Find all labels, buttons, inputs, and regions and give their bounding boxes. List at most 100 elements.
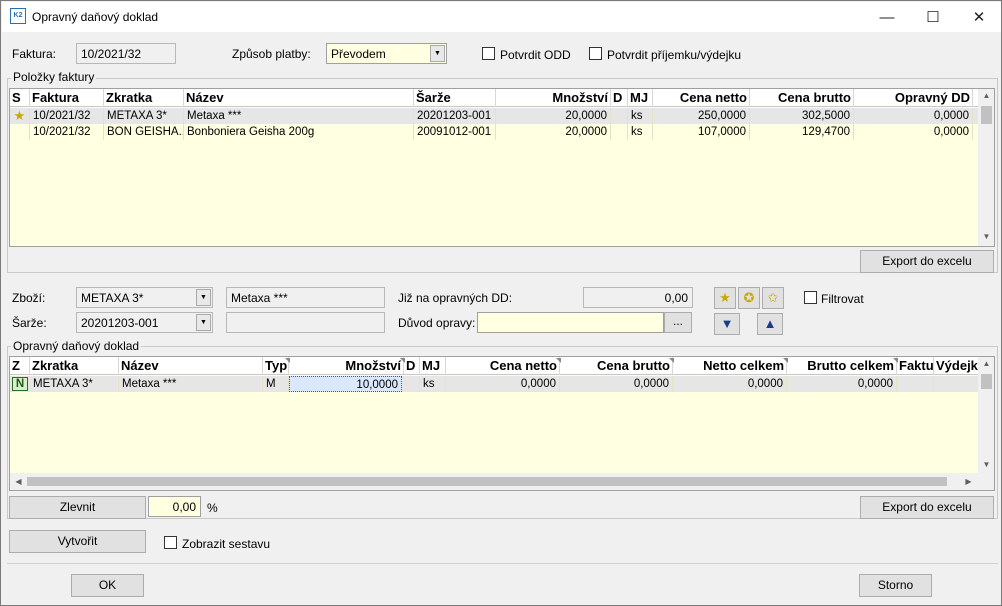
scroll-up-icon[interactable]: ▲ <box>978 91 994 100</box>
filter-marker <box>400 358 405 363</box>
table-row[interactable]: ★ 10/2021/32 METAXA 3* Metaxa *** 202012… <box>10 108 979 124</box>
cell-typ: M <box>263 376 289 392</box>
duvod-opravy-input[interactable] <box>477 312 664 333</box>
zobrazit-sestavu-label: Zobrazit sestavu <box>182 537 271 551</box>
correction-title: Opravný daňový doklad <box>11 339 142 353</box>
cell-opravny-dd: 0,0000 <box>854 108 973 124</box>
col-cena-netto[interactable]: Cena netto <box>446 357 560 375</box>
sarze-name-field <box>226 312 385 333</box>
duvod-browse-button[interactable]: ... <box>664 312 692 333</box>
vertical-scrollbar[interactable]: ▲ ▼ <box>978 89 994 246</box>
col-z[interactable]: Z <box>10 357 30 375</box>
zbozi-select[interactable]: METAXA 3* ▼ <box>76 287 213 308</box>
potvrdit-prijemku-checkbox[interactable] <box>589 47 602 60</box>
star-add-icon[interactable]: ✪ <box>738 287 760 309</box>
percent-sign: % <box>207 501 218 515</box>
col-mnozstvi[interactable]: Množství <box>289 357 404 375</box>
col-mj[interactable]: MJ <box>628 89 653 107</box>
zpusob-platby-select[interactable]: Převodem ▼ <box>326 43 447 64</box>
faktura-field: 10/2021/32 <box>76 43 176 64</box>
col-brutto-celkem[interactable]: Brutto celkem <box>787 357 897 375</box>
zpusob-platby-label: Způsob platby: <box>232 47 311 61</box>
col-vydejka[interactable]: Výdejk <box>934 357 979 375</box>
invoice-items-table: S Faktura Zkratka Název Šarže Množství D… <box>9 88 995 247</box>
arrow-down-icon[interactable]: ▼ <box>714 313 740 335</box>
cell-zkratka: METAXA 3* <box>104 108 184 124</box>
cell-mj: ks <box>628 124 653 140</box>
zpusob-platby-value: Převodem <box>331 47 386 61</box>
col-nazev[interactable]: Název <box>184 89 414 107</box>
footer-divider <box>7 563 998 564</box>
zobrazit-sestavu-checkbox[interactable] <box>164 536 177 549</box>
cell-mnozstvi: 20,0000 <box>496 108 611 124</box>
col-netto-celkem[interactable]: Netto celkem <box>673 357 787 375</box>
col-faktura[interactable]: Faktu <box>897 357 934 375</box>
horizontal-scrollbar[interactable]: ◀ ▶ <box>10 473 979 490</box>
col-opravny-dd[interactable]: Opravný DD <box>854 89 973 107</box>
cell-sarze: 20201203-001 <box>414 108 496 124</box>
col-faktura[interactable]: Faktura <box>30 89 104 107</box>
sarze-select[interactable]: 20201203-001 ▼ <box>76 312 213 333</box>
col-mj[interactable]: MJ <box>420 357 446 375</box>
cell-mj: ks <box>628 108 653 124</box>
duvod-opravy-label: Důvod opravy: <box>398 316 476 330</box>
scroll-left-icon[interactable]: ◀ <box>10 477 27 486</box>
scroll-thumb[interactable] <box>27 477 947 486</box>
potvrdit-odd-checkbox[interactable] <box>482 47 495 60</box>
chevron-down-icon[interactable]: ▼ <box>196 289 211 306</box>
scroll-thumb[interactable] <box>981 106 992 124</box>
app-icon: K2 <box>10 8 26 24</box>
col-cena-netto[interactable]: Cena netto <box>653 89 750 107</box>
cell-nazev: Bonboniera Geisha 200g <box>184 124 414 140</box>
col-s[interactable]: S <box>10 89 30 107</box>
table-row[interactable]: N METAXA 3* Metaxa *** M 10,0000 ks 0,00… <box>10 376 979 392</box>
jiz-na-opravnych-label: Již na opravných DD: <box>398 291 513 305</box>
table-row[interactable]: 10/2021/32 BON GEISHA... Bonboniera Geis… <box>10 124 979 140</box>
col-zkratka[interactable]: Zkratka <box>104 89 184 107</box>
chevron-down-icon[interactable]: ▼ <box>430 45 445 62</box>
col-d[interactable]: D <box>611 89 628 107</box>
scroll-right-icon[interactable]: ▶ <box>960 477 977 486</box>
cell-faktura <box>897 376 934 392</box>
close-button[interactable]: ✕ <box>956 3 1002 32</box>
zlevnit-percent-input[interactable]: 0,00 <box>148 496 201 517</box>
col-nazev[interactable]: Název <box>119 357 263 375</box>
filter-marker <box>669 358 674 363</box>
potvrdit-prijemku-label: Potvrdit příjemku/výdejku <box>607 48 742 62</box>
cell-faktura: 10/2021/32 <box>30 108 104 124</box>
mnozstvi-edit-input[interactable]: 10,0000 <box>289 376 402 392</box>
star-remove-icon[interactable]: ✩ <box>762 287 784 309</box>
col-d[interactable]: D <box>404 357 420 375</box>
vertical-scrollbar[interactable]: ▲ ▼ <box>978 357 994 473</box>
storno-button[interactable]: Storno <box>859 574 932 597</box>
star-icon[interactable]: ★ <box>714 287 736 309</box>
zlevnit-button[interactable]: Zlevnit <box>9 496 146 519</box>
scroll-thumb[interactable] <box>981 374 992 389</box>
arrow-up-icon[interactable]: ▲ <box>757 313 783 335</box>
col-cena-brutto[interactable]: Cena brutto <box>750 89 854 107</box>
filter-marker <box>556 358 561 363</box>
chevron-down-icon[interactable]: ▼ <box>196 314 211 331</box>
minimize-button[interactable]: — <box>864 3 910 32</box>
col-zkratka[interactable]: Zkratka <box>30 357 119 375</box>
export-excel-button[interactable]: Export do excelu <box>860 250 994 273</box>
scroll-down-icon[interactable]: ▼ <box>978 232 994 241</box>
col-sarze[interactable]: Šarže <box>414 89 496 107</box>
correction-table: Z Zkratka Název Typ Množství D MJ Cena n… <box>9 356 995 491</box>
col-mnozstvi[interactable]: Množství <box>496 89 611 107</box>
col-cena-brutto[interactable]: Cena brutto <box>560 357 673 375</box>
star-icon: ★ <box>10 108 30 124</box>
cell-d <box>611 108 628 124</box>
scroll-down-icon[interactable]: ▼ <box>978 460 994 469</box>
cell-cena-brutto: 0,0000 <box>560 376 673 392</box>
export-excel-button-2[interactable]: Export do excelu <box>860 496 994 519</box>
ok-button[interactable]: OK <box>71 574 144 597</box>
vytvorit-button[interactable]: Vytvořit <box>9 530 146 553</box>
filtrovat-label: Filtrovat <box>821 292 864 306</box>
maximize-button[interactable]: ☐ <box>910 3 956 32</box>
sarze-label: Šarže: <box>12 316 47 330</box>
scroll-up-icon[interactable]: ▲ <box>978 359 994 368</box>
filtrovat-checkbox[interactable] <box>804 291 817 304</box>
dialog-window: K2 Opravný daňový doklad — ☐ ✕ Faktura: … <box>0 0 1002 606</box>
cell-s <box>10 124 30 140</box>
